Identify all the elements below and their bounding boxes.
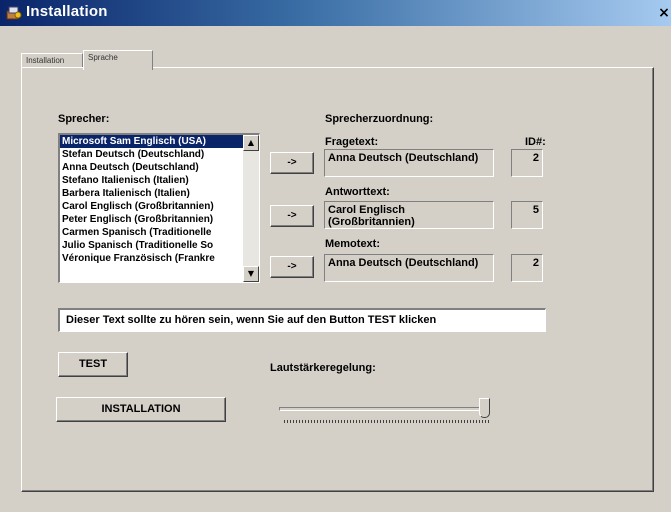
- slider-ticks: [284, 420, 489, 423]
- list-item[interactable]: Véronique Französisch (Frankre: [60, 252, 244, 265]
- close-icon[interactable]: ×: [657, 4, 671, 22]
- answer-speaker-field: Carol Englisch (Großbritannien): [324, 201, 494, 229]
- list-item[interactable]: Microsoft Sam Englisch (USA): [60, 135, 244, 148]
- slider-track: [279, 407, 489, 411]
- volume-label: Lautstärkeregelung:: [270, 362, 376, 374]
- answer-id-field: 5: [511, 201, 543, 229]
- question-speaker-field: Anna Deutsch (Deutschland): [324, 149, 494, 177]
- triangle-up-icon[interactable]: ▲: [243, 135, 259, 151]
- assignment-label: Sprecherzuordnung:: [325, 113, 434, 125]
- list-item[interactable]: Carmen Spanisch (Traditionelle: [60, 226, 244, 239]
- test-text-field[interactable]: Dieser Text sollte zu hören sein, wenn S…: [58, 308, 546, 332]
- id-label: ID#:: [525, 136, 546, 148]
- slider-thumb[interactable]: [479, 398, 490, 418]
- memo-id-field: 2: [511, 254, 543, 282]
- list-item[interactable]: Stefan Deutsch (Deutschland): [60, 148, 244, 161]
- window-title: Installation: [26, 3, 108, 20]
- assign-memo-button[interactable]: ->: [270, 256, 314, 278]
- list-item[interactable]: Carol Englisch (Großbritannien): [60, 200, 244, 213]
- listbox-scrollbar[interactable]: ▲ ▼: [243, 135, 259, 282]
- speaker-listbox[interactable]: Microsoft Sam Englisch (USA) Stefan Deut…: [58, 133, 260, 283]
- installation-button[interactable]: INSTALLATION: [56, 397, 226, 422]
- test-button[interactable]: TEST: [58, 352, 128, 377]
- volume-slider[interactable]: [279, 396, 499, 426]
- answer-text-label: Antworttext:: [325, 186, 390, 198]
- memo-speaker-field: Anna Deutsch (Deutschland): [324, 254, 494, 282]
- speaker-label: Sprecher:: [58, 113, 110, 125]
- list-item[interactable]: Julio Spanisch (Traditionelle So: [60, 239, 244, 252]
- triangle-down-icon[interactable]: ▼: [243, 266, 259, 282]
- list-item[interactable]: Stefano Italienisch (Italien): [60, 174, 244, 187]
- question-text-label: Fragetext:: [325, 136, 379, 148]
- question-id-field: 2: [511, 149, 543, 177]
- setup-icon: [6, 5, 22, 21]
- memo-text-label: Memotext:: [325, 238, 381, 250]
- tab-sprache[interactable]: Sprache: [83, 50, 153, 70]
- assign-answer-button[interactable]: ->: [270, 205, 314, 227]
- list-item[interactable]: Anna Deutsch (Deutschland): [60, 161, 244, 174]
- speaker-list: Microsoft Sam Englisch (USA) Stefan Deut…: [60, 135, 244, 265]
- tab-installation[interactable]: Installation: [21, 53, 83, 68]
- assign-question-button[interactable]: ->: [270, 152, 314, 174]
- list-item[interactable]: Peter Englisch (Großbritannien): [60, 213, 244, 226]
- list-item[interactable]: Barbera Italienisch (Italien): [60, 187, 244, 200]
- title-bar: Installation: [0, 0, 671, 26]
